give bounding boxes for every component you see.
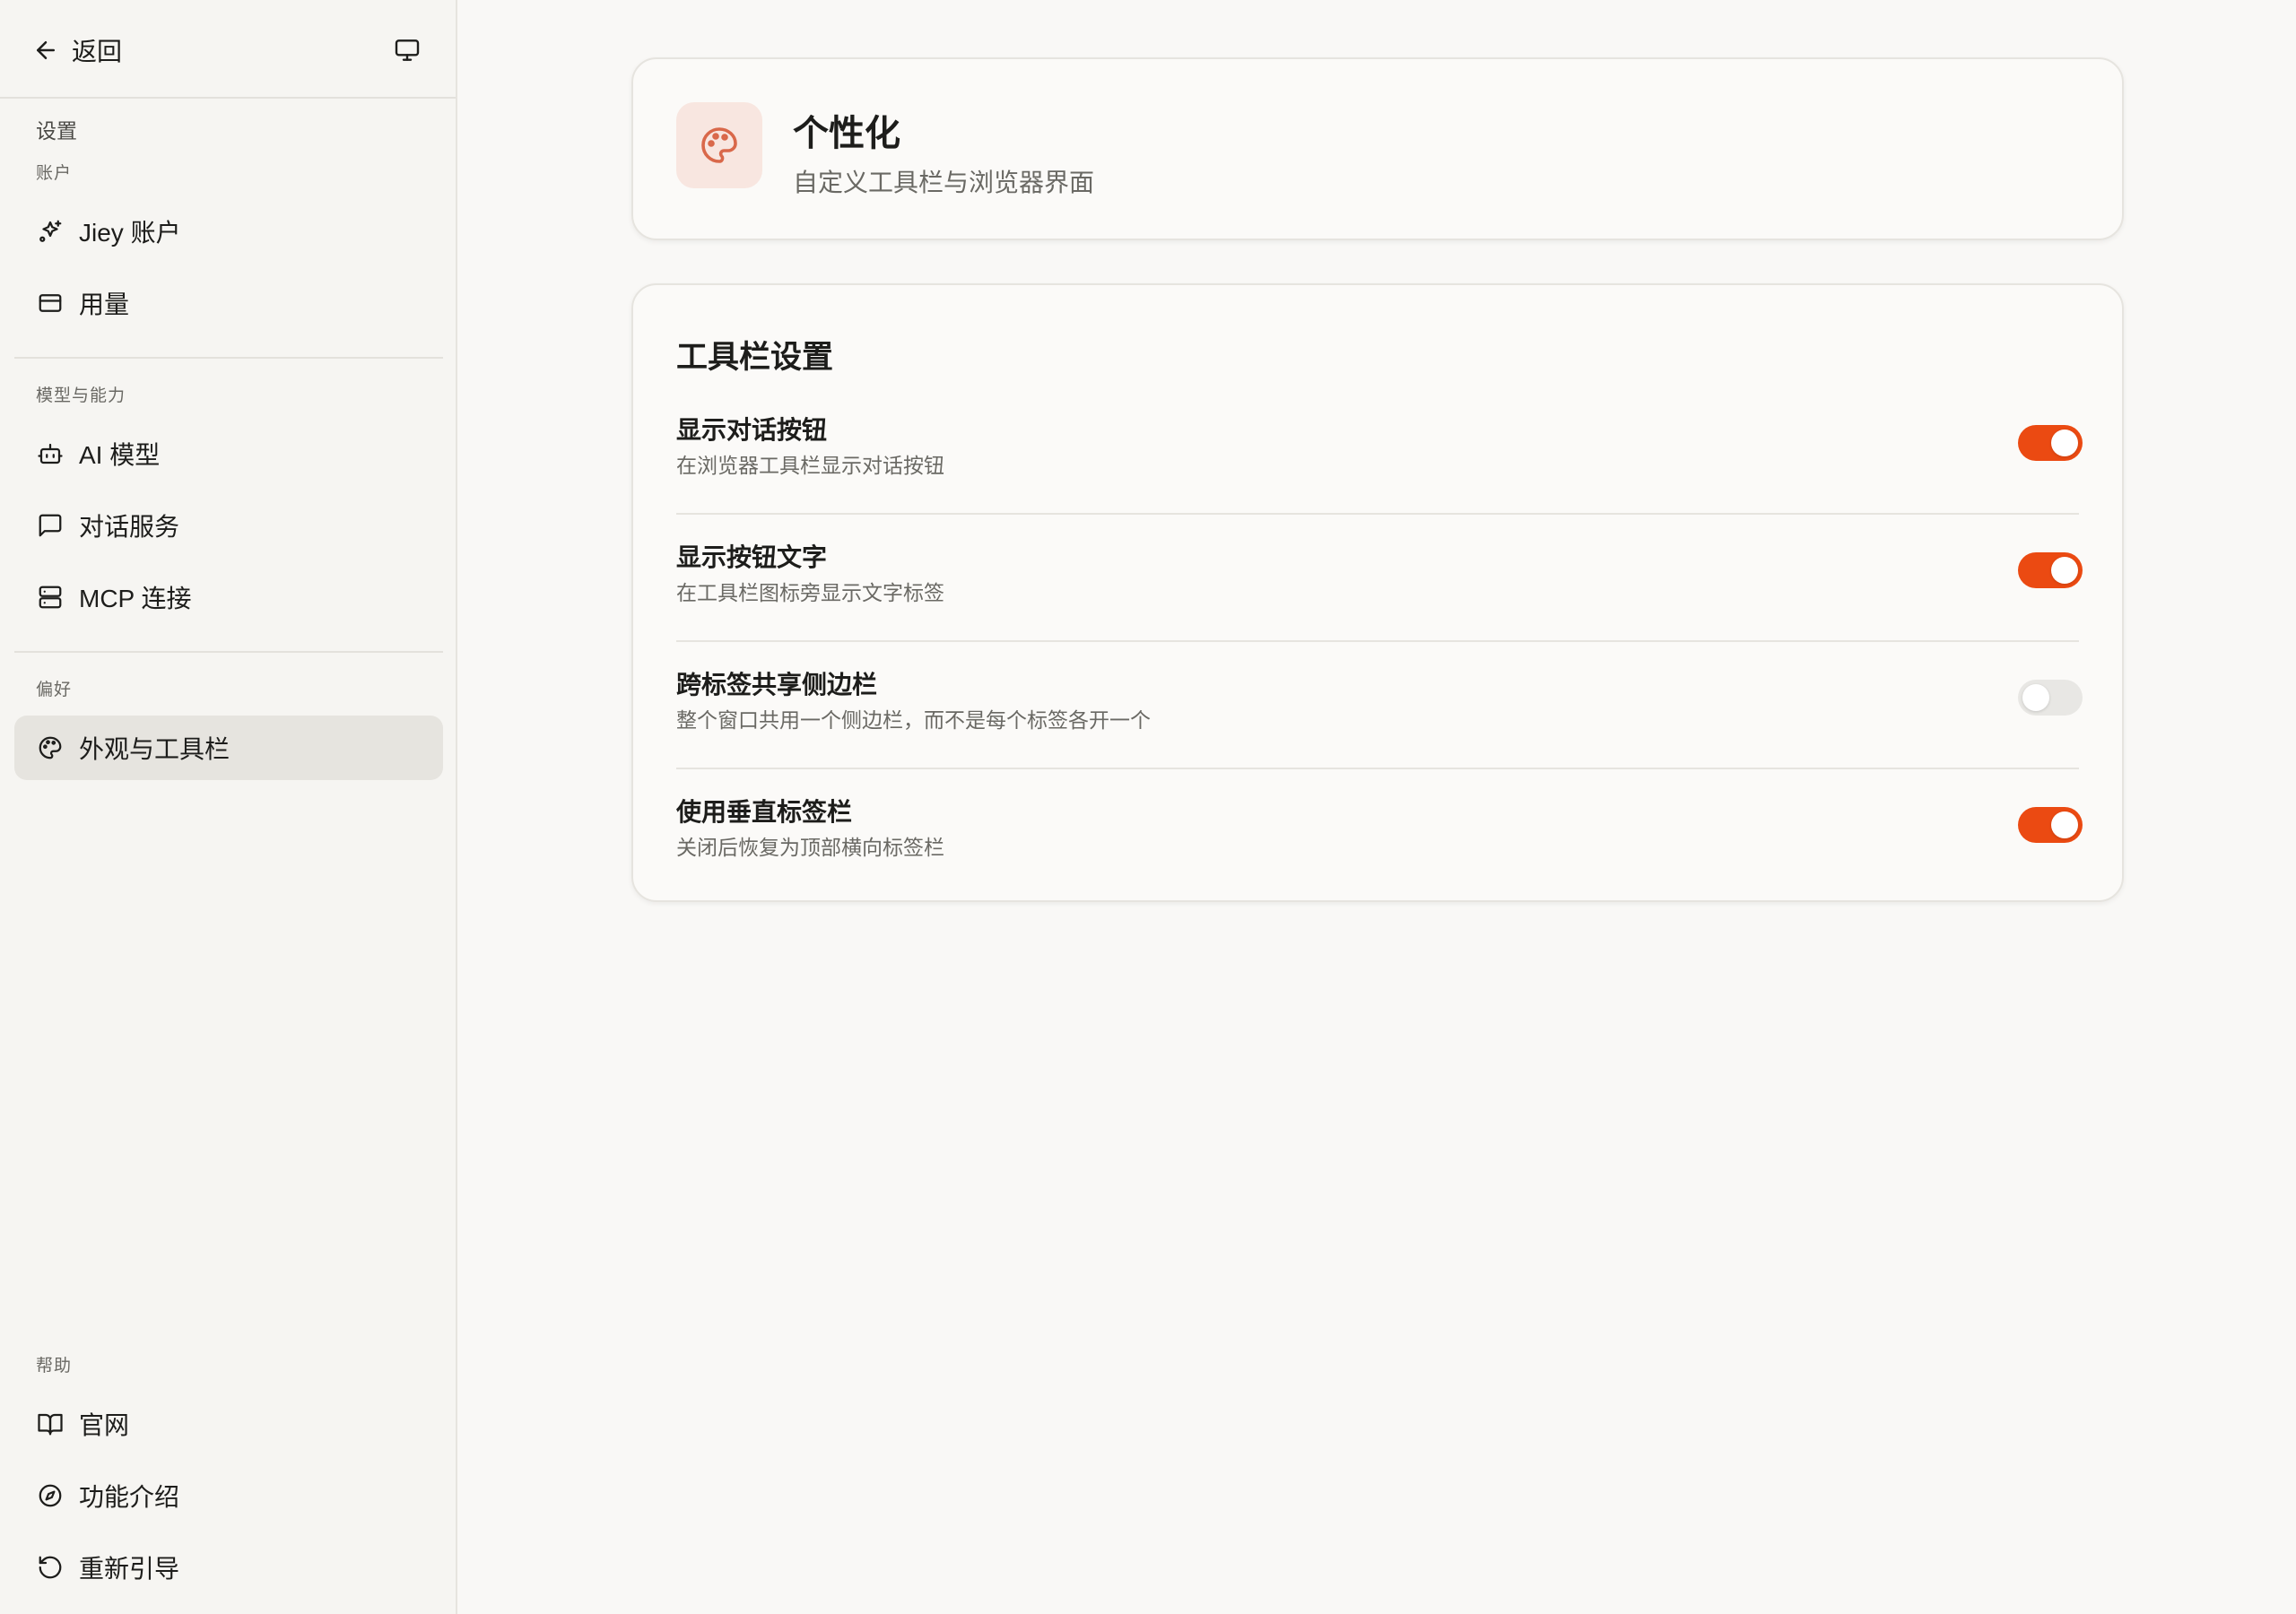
page-subtitle: 自定义工具栏与浏览器界面 [793, 169, 1095, 196]
header-icon-tile [676, 102, 762, 188]
sidebar-header: 返回 [0, 0, 456, 99]
sidebar-item-label: 官网 [79, 1411, 130, 1439]
book-open-icon [36, 1410, 65, 1438]
sidebar-item-label: 功能介绍 [79, 1483, 180, 1511]
section-title: 工具栏设置 [676, 340, 834, 375]
section-label-preferences: 偏好 [36, 681, 73, 699]
toggle-shared-sidebar[interactable] [2018, 680, 2083, 716]
sidebar-divider [14, 651, 443, 653]
toggle-knob [2051, 557, 2078, 584]
sidebar-item-label: 外观与工具栏 [79, 735, 230, 763]
rotate-ccw-icon [36, 1553, 65, 1582]
sidebar-item-reguide[interactable]: 重新引导 [14, 1535, 443, 1600]
sidebar-divider [14, 357, 443, 359]
arrow-left-icon [32, 37, 59, 64]
toggle-show-button-text[interactable] [2018, 552, 2083, 588]
sidebar-item-mcp[interactable]: MCP 连接 [14, 565, 443, 629]
sidebar-item-label: 用量 [79, 291, 130, 318]
toggle-knob [2051, 430, 2078, 456]
setting-title: 跨标签共享侧边栏 [676, 671, 878, 699]
section-label-models: 模型与能力 [36, 386, 126, 405]
setting-title: 显示按钮文字 [676, 543, 828, 571]
setting-description: 关闭后恢复为顶部横向标签栏 [676, 836, 944, 859]
server-icon [36, 583, 65, 612]
back-label: 返回 [72, 38, 123, 65]
back-button[interactable]: 返回 [32, 30, 122, 70]
sidebar-item-account[interactable]: Jiey 账户 [14, 199, 443, 264]
setting-description: 在浏览器工具栏显示对话按钮 [676, 454, 944, 477]
setting-row-show-button-text: 显示按钮文字 在工具栏图标旁显示文字标签 [676, 538, 2083, 665]
setting-title: 显示对话按钮 [676, 416, 828, 444]
sidebar-item-label: 重新引导 [79, 1555, 180, 1583]
toolbar-settings-card: 工具栏设置 显示对话按钮 在浏览器工具栏显示对话按钮 显示按钮文字 在工具栏图标… [631, 283, 2124, 902]
toggle-vertical-tabs[interactable] [2018, 807, 2083, 843]
sidebar-item-features[interactable]: 功能介绍 [14, 1463, 443, 1528]
compass-icon [36, 1481, 65, 1510]
credit-card-icon [36, 289, 65, 317]
setting-row-vertical-tabs: 使用垂直标签栏 关闭后恢复为顶部横向标签栏 [676, 793, 2083, 920]
sidebar-item-label: Jiey 账户 [79, 219, 181, 247]
sidebar: 返回 设置 账户 Jiey 账户 用量 模型与能力 AI 模型 对话服务 MCP… [0, 0, 457, 1614]
toggle-knob [2022, 684, 2049, 711]
row-divider [676, 640, 2079, 642]
setting-description: 整个窗口共用一个侧边栏，而不是每个标签各开一个 [676, 708, 1151, 732]
palette-icon [36, 733, 65, 762]
message-square-icon [36, 511, 65, 540]
setting-title: 使用垂直标签栏 [676, 798, 853, 826]
toggle-show-chat-button[interactable] [2018, 425, 2083, 461]
section-label-help: 帮助 [36, 1357, 73, 1375]
display-toggle-button[interactable] [389, 32, 425, 68]
row-divider [676, 768, 2079, 769]
setting-row-show-chat-button: 显示对话按钮 在浏览器工具栏显示对话按钮 [676, 411, 2083, 538]
section-label-account: 账户 [36, 164, 73, 183]
sidebar-item-website[interactable]: 官网 [14, 1392, 443, 1456]
sparkles-icon [36, 217, 65, 246]
bot-icon [36, 439, 65, 468]
palette-icon [698, 124, 741, 167]
sidebar-item-label: MCP 连接 [79, 585, 192, 612]
setting-row-shared-sidebar: 跨标签共享侧边栏 整个窗口共用一个侧边栏，而不是每个标签各开一个 [676, 665, 2083, 793]
sidebar-item-chat-service[interactable]: 对话服务 [14, 493, 443, 558]
sidebar-item-label: AI 模型 [79, 441, 161, 469]
page-header-card: 个性化 自定义工具栏与浏览器界面 [631, 57, 2124, 240]
sidebar-item-label: 对话服务 [79, 513, 180, 541]
monitor-icon [393, 36, 422, 65]
sidebar-item-appearance[interactable]: 外观与工具栏 [14, 716, 443, 780]
sidebar-item-usage[interactable]: 用量 [14, 271, 443, 335]
setting-description: 在工具栏图标旁显示文字标签 [676, 581, 944, 604]
toggle-knob [2051, 811, 2078, 838]
page-title: 个性化 [793, 114, 900, 153]
sidebar-title: 设置 [36, 119, 77, 143]
row-divider [676, 513, 2079, 515]
sidebar-item-ai-models[interactable]: AI 模型 [14, 421, 443, 486]
